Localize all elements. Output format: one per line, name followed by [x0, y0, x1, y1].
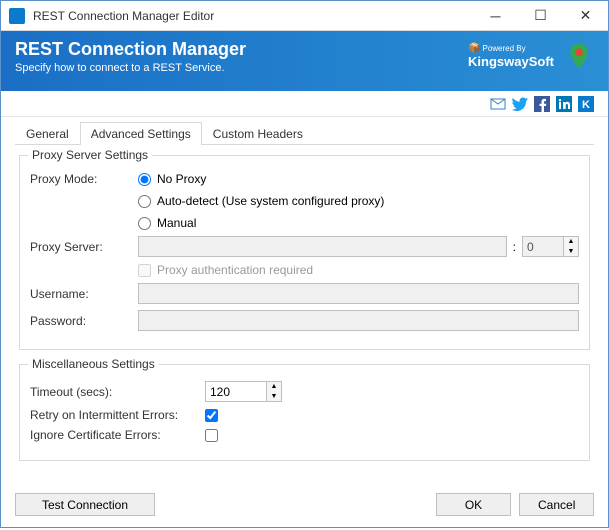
username-input: [138, 283, 579, 304]
port-down-button: ▼: [564, 247, 578, 257]
radio-manual[interactable]: [138, 217, 151, 230]
misc-legend: Miscellaneous Settings: [28, 357, 159, 371]
timeout-down-button[interactable]: ▼: [267, 392, 281, 402]
facebook-icon[interactable]: [534, 96, 550, 112]
ignore-cert-label: Ignore Certificate Errors:: [30, 428, 205, 442]
password-input: [138, 310, 579, 331]
cancel-button[interactable]: Cancel: [519, 493, 594, 516]
username-label: Username:: [30, 287, 138, 301]
window-title: REST Connection Manager Editor: [33, 9, 473, 23]
mail-icon[interactable]: [490, 96, 506, 112]
kingswaysoft-icon[interactable]: K: [578, 96, 594, 112]
misc-settings-group: Miscellaneous Settings Timeout (secs): ▲…: [19, 364, 590, 461]
tab-general[interactable]: General: [15, 122, 80, 145]
timeout-label: Timeout (secs):: [30, 385, 205, 399]
proxy-legend: Proxy Server Settings: [28, 148, 152, 162]
maximize-button[interactable]: ☐: [518, 1, 563, 31]
proxy-mode-auto-detect[interactable]: Auto-detect (Use system configured proxy…: [138, 194, 384, 208]
tab-custom-headers[interactable]: Custom Headers: [202, 122, 314, 145]
password-label: Password:: [30, 314, 138, 328]
retry-label: Retry on Intermittent Errors:: [30, 408, 205, 422]
proxy-mode-no-proxy[interactable]: No Proxy: [138, 172, 384, 186]
ok-button[interactable]: OK: [436, 493, 511, 516]
timeout-spinner[interactable]: ▲ ▼: [205, 381, 282, 402]
radio-no-proxy[interactable]: [138, 173, 151, 186]
test-connection-button[interactable]: Test Connection: [15, 493, 155, 516]
powered-by: 📦Powered By KingswaySoft: [468, 43, 554, 69]
social-row: K: [1, 91, 608, 117]
twitter-icon[interactable]: [512, 96, 528, 112]
proxy-auth-checkbox: [138, 264, 151, 277]
tab-advanced-settings[interactable]: Advanced Settings: [80, 122, 202, 145]
window-titlebar: REST Connection Manager Editor ─ ☐ ✕: [1, 1, 608, 31]
banner: REST Connection Manager Specify how to c…: [1, 31, 608, 91]
app-icon: [9, 8, 25, 24]
footer: Test Connection OK Cancel: [1, 485, 608, 530]
proxy-port-spinner: ▲ ▼: [522, 236, 579, 257]
proxy-mode-manual[interactable]: Manual: [138, 216, 384, 230]
minimize-button[interactable]: ─: [473, 1, 518, 31]
close-button[interactable]: ✕: [563, 1, 608, 31]
proxy-server-input: [138, 236, 507, 257]
proxy-server-label: Proxy Server:: [30, 240, 138, 254]
proxy-mode-label: Proxy Mode:: [30, 172, 138, 186]
proxy-settings-group: Proxy Server Settings Proxy Mode: No Pro…: [19, 155, 590, 350]
proxy-auth-required: Proxy authentication required: [138, 263, 313, 277]
port-up-button: ▲: [564, 237, 578, 247]
timeout-up-button[interactable]: ▲: [267, 382, 281, 392]
linkedin-icon[interactable]: [556, 96, 572, 112]
proxy-port-input: [523, 237, 563, 256]
timeout-input[interactable]: [206, 382, 266, 401]
tabs: General Advanced Settings Custom Headers: [15, 121, 594, 145]
google-maps-icon: [564, 41, 594, 71]
ignore-cert-checkbox[interactable]: [205, 429, 218, 442]
svg-text:K: K: [582, 99, 590, 111]
retry-checkbox[interactable]: [205, 409, 218, 422]
radio-auto-detect[interactable]: [138, 195, 151, 208]
